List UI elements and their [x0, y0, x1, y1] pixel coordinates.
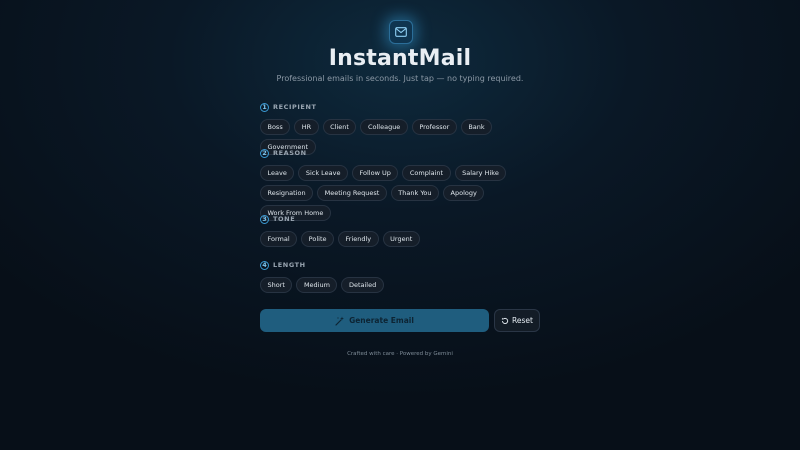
- reason-option-thank-you[interactable]: Thank You: [390, 185, 440, 201]
- section-header: 4 LENGTH: [260, 259, 550, 271]
- length-options: Short Medium Detailed: [260, 277, 550, 293]
- reset-label: Reset: [512, 316, 533, 325]
- tone-option-urgent[interactable]: Urgent: [382, 231, 420, 247]
- app-title: InstantMail: [328, 46, 472, 71]
- sparkles-icon: [335, 316, 345, 326]
- recipient-option-colleague[interactable]: Colleague: [360, 119, 408, 135]
- step-number: 4: [260, 260, 269, 270]
- reset-icon: [501, 317, 509, 325]
- generate-email-button[interactable]: Generate Email: [260, 309, 489, 332]
- length-option-medium[interactable]: Medium: [296, 277, 338, 293]
- length-option-short[interactable]: Short: [260, 277, 293, 293]
- reason-option-sick-leave[interactable]: Sick Leave: [298, 165, 349, 181]
- section-header: 2 REASON: [260, 147, 550, 159]
- mail-icon: [395, 27, 407, 37]
- step-number: 3: [260, 214, 269, 224]
- reason-option-resignation[interactable]: Resignation: [260, 185, 314, 201]
- app-logo: [389, 20, 413, 44]
- app-subtitle: Professional emails in seconds. Just tap…: [276, 74, 524, 83]
- generate-email-label: Generate Email: [349, 316, 414, 325]
- reset-button[interactable]: Reset: [494, 309, 540, 332]
- recipient-option-hr[interactable]: HR: [294, 119, 319, 135]
- reason-option-leave[interactable]: Leave: [260, 165, 295, 181]
- step-number: 2: [260, 148, 269, 158]
- section-label: TONE: [273, 215, 296, 223]
- recipient-option-client[interactable]: Client: [322, 119, 357, 135]
- reason-option-apology[interactable]: Apology: [443, 185, 485, 201]
- recipient-option-bank[interactable]: Bank: [460, 119, 493, 135]
- footer-credit: Crafted with care · Powered by Gemini: [347, 351, 453, 357]
- tone-option-polite[interactable]: Polite: [301, 231, 334, 247]
- tone-option-friendly[interactable]: Friendly: [338, 231, 379, 247]
- reason-option-salary-hike[interactable]: Salary Hike: [454, 165, 507, 181]
- section-label: REASON: [273, 149, 307, 157]
- section-label: RECIPIENT: [273, 103, 317, 111]
- section-header: 3 TONE: [260, 213, 550, 225]
- step-number: 1: [260, 102, 269, 112]
- recipient-option-boss[interactable]: Boss: [260, 119, 291, 135]
- tone-option-formal[interactable]: Formal: [260, 231, 298, 247]
- section-header: 1 RECIPIENT: [260, 101, 550, 113]
- recipient-option-professor[interactable]: Professor: [411, 119, 457, 135]
- section-length: 4 LENGTH Short Medium Detailed: [260, 259, 550, 293]
- section-tone: 3 TONE Formal Polite Friendly Urgent: [260, 213, 550, 247]
- tone-options: Formal Polite Friendly Urgent: [260, 231, 550, 247]
- section-reason: 2 REASON Leave Sick Leave Follow Up Complai…: [260, 147, 550, 221]
- reason-option-meeting-request[interactable]: Meeting Request: [317, 185, 387, 201]
- length-option-detailed[interactable]: Detailed: [341, 277, 384, 293]
- section-label: LENGTH: [273, 261, 306, 269]
- reason-option-follow-up[interactable]: Follow Up: [352, 165, 399, 181]
- reason-option-complaint[interactable]: Complaint: [402, 165, 451, 181]
